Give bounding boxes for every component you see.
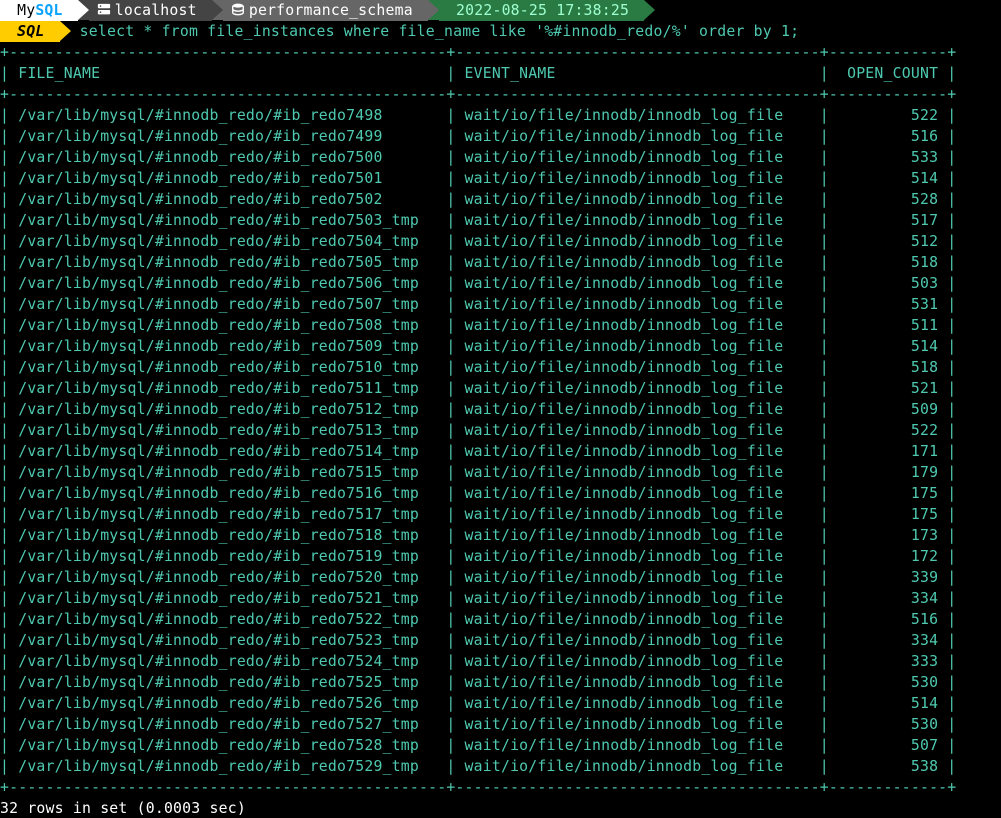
timestamp-label: 2022-08-25 17:38:25 [456, 2, 629, 19]
chevron-right-icon [212, 0, 223, 20]
brand-prefix: My [17, 2, 35, 19]
chevron-right-icon [644, 0, 655, 20]
prompt-line-1: MySQL localhost performance_schema 2022-… [0, 0, 1001, 21]
host-segment: localhost [89, 0, 212, 21]
server-icon [97, 2, 115, 19]
database-icon [231, 2, 249, 19]
host-label: localhost [115, 2, 197, 19]
timestamp-segment: 2022-08-25 17:38:25 [439, 0, 644, 21]
chevron-right-icon [78, 0, 89, 20]
schema-label: performance_schema [249, 2, 413, 19]
result-footer: 32 rows in set (0.0003 sec) [0, 798, 1001, 818]
mode-label: SQL [17, 23, 44, 40]
schema-segment: performance_schema [223, 0, 428, 21]
sql-query: select * from file_instances where file_… [80, 23, 800, 40]
prompt-line-2[interactable]: SQL select * from file_instances where f… [0, 21, 1001, 42]
brand-suffix: SQL [35, 2, 62, 19]
terminal-window[interactable]: MySQL localhost performance_schema 2022-… [0, 0, 1001, 818]
chevron-right-icon [60, 21, 71, 41]
mode-segment: SQL [0, 21, 60, 42]
chevron-right-icon [428, 0, 439, 20]
result-table: +---------------------------------------… [0, 42, 1001, 798]
brand-segment: MySQL [0, 0, 78, 21]
